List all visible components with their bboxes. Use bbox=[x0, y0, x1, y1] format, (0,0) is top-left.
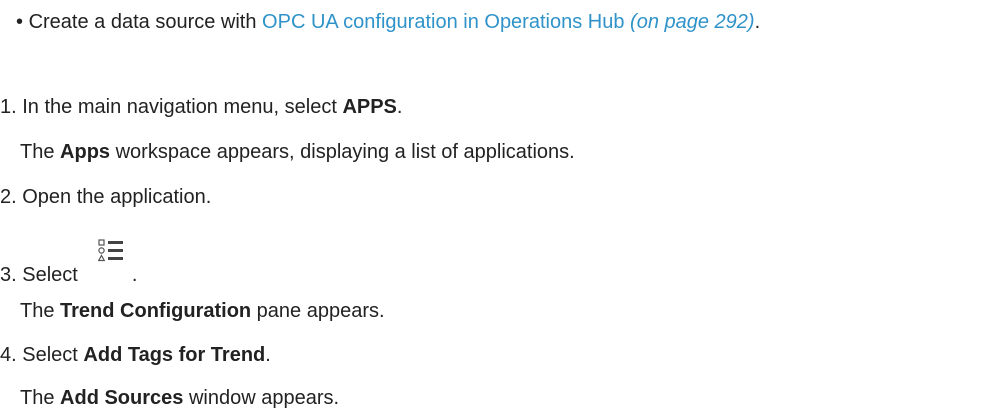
prerequisite-item: • Create a data source with OPC UA confi… bbox=[16, 11, 761, 33]
step-number: 1. bbox=[0, 96, 17, 118]
list-config-icon bbox=[97, 239, 124, 283]
step-number: 4. bbox=[0, 344, 17, 366]
step-text: Select bbox=[22, 344, 84, 366]
step-4: 4. Select Add Tags for Trend. bbox=[0, 344, 271, 366]
step-text: Open the application. bbox=[22, 186, 212, 208]
opc-ua-configuration-link[interactable]: OPC UA configuration in Operations Hub (… bbox=[262, 11, 755, 33]
step-text: In the main navigation menu, select bbox=[22, 96, 343, 118]
step-1: 1. In the main navigation menu, select A… bbox=[0, 96, 403, 118]
step-3-result: The Trend Configuration pane appears. bbox=[20, 300, 385, 322]
result-emphasis: Apps bbox=[60, 141, 111, 163]
step-emphasis: APPS bbox=[342, 96, 397, 118]
step-emphasis: Add Tags for Trend bbox=[83, 344, 266, 366]
step-2: 2. Open the application. bbox=[0, 185, 211, 209]
step-number: 2. bbox=[0, 186, 17, 208]
page-reference: (on page 292) bbox=[630, 11, 755, 33]
step-number: 3. bbox=[0, 264, 17, 286]
step-text: Select bbox=[22, 264, 78, 286]
step-4-result: The Add Sources window appears. bbox=[20, 387, 340, 409]
step-3: 3. Select . bbox=[0, 239, 137, 287]
bullet: • bbox=[16, 11, 24, 33]
step-1-result: The Apps workspace appears, displaying a… bbox=[20, 141, 575, 163]
prerequisite-text: Create a data source with bbox=[28, 11, 263, 33]
result-emphasis: Add Sources bbox=[60, 387, 184, 409]
result-emphasis: Trend Configuration bbox=[60, 300, 252, 322]
